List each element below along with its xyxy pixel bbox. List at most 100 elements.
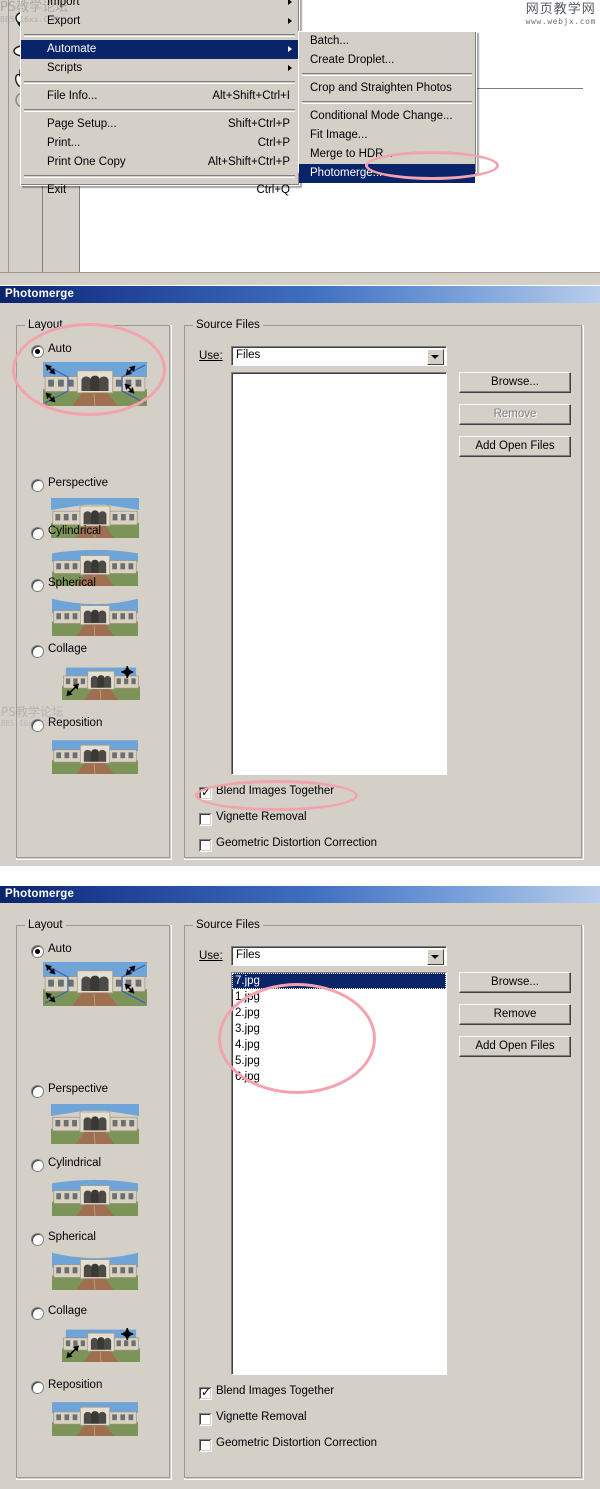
file-list-item[interactable]: 5.jpg (232, 1053, 446, 1069)
radio-button-icon[interactable] (31, 579, 44, 592)
checkbox-icon[interactable] (199, 1439, 212, 1452)
file-menu-item-print[interactable]: Print... Ctrl+P (21, 134, 298, 153)
menu-item-label: Photomerge... (310, 167, 383, 179)
photoshop-application-window: Import Export Automate Scripts File Info... A… (0, 0, 600, 284)
menu-item-shortcut: Ctrl+Q (256, 184, 290, 196)
menu-item-label: Crop and Straighten Photos (310, 82, 452, 94)
checkbox-label: Blend Images Together (216, 785, 335, 797)
file-menu-item-exit[interactable]: Exit Ctrl+Q (21, 181, 298, 200)
menu-item-label: Automate (47, 43, 97, 55)
file-menu-item-print-one-copy[interactable]: Print One Copy Alt+Shift+Ctrl+P (21, 153, 298, 172)
automate-menu-item-create-droplet[interactable]: Create Droplet... (299, 51, 475, 70)
file-list-item[interactable]: 4.jpg (232, 1037, 446, 1053)
checkbox-label: Vignette Removal (216, 1411, 307, 1423)
photomerge-dialog-2-body: Layout Auto Perspective Cylindrical Spheric… (0, 903, 600, 1489)
reposition-thumb[interactable] (52, 738, 138, 774)
auto-thumb[interactable] (43, 362, 147, 406)
automate-menu-item-merge-to-hdr[interactable]: Merge to HDR... (299, 145, 475, 164)
dialog-gap (0, 866, 600, 886)
checkbox-icon[interactable]: ✓ (199, 786, 212, 800)
radio-button-icon[interactable] (31, 1233, 44, 1246)
add-open-files-button[interactable]: Add Open Files (459, 436, 571, 457)
menu-separator (302, 73, 472, 76)
radio-button-icon[interactable] (31, 1159, 44, 1172)
radio-button-icon[interactable] (31, 1307, 44, 1320)
remove-button[interactable]: Remove (459, 1004, 571, 1025)
use-combobox-2[interactable]: Files (231, 946, 447, 966)
browse-button[interactable]: Browse... (459, 372, 571, 393)
radio-button-icon[interactable] (31, 527, 44, 540)
menu-separator (24, 175, 295, 178)
automate-menu-item-photomerge[interactable]: Photomerge... (299, 164, 475, 183)
file-listbox-1[interactable] (231, 372, 447, 775)
file-menu-dropdown[interactable]: Import Export Automate Scripts File Info... A… (20, 0, 300, 196)
file-list-item[interactable]: 3.jpg (232, 1021, 446, 1037)
file-list-item[interactable]: 1.jpg (232, 989, 446, 1005)
collage-thumb[interactable] (62, 1326, 140, 1362)
menu-item-label: Merge to HDR... (310, 148, 394, 160)
perspective-thumb[interactable] (51, 1104, 139, 1144)
add-open-files-button[interactable]: Add Open Files (459, 1036, 571, 1057)
file-menu-item-file-info[interactable]: File Info... Alt+Shift+Ctrl+I (21, 87, 298, 106)
use-combobox-1[interactable]: Files (231, 346, 447, 366)
file-menu-inner: Import Export Automate Scripts File Info... A… (21, 0, 299, 196)
menu-item-label: Conditional Mode Change... (310, 110, 453, 122)
photomerge-dialog-2-titlebar: Photomerge (0, 886, 600, 903)
menu-item-label: Print... (47, 137, 81, 149)
file-menu-item-scripts[interactable]: Scripts (21, 59, 298, 78)
use-combobox-1-value: Files (236, 349, 261, 361)
menu-item-shortcut: Shift+Ctrl+P (228, 118, 290, 130)
checkbox-icon[interactable] (199, 839, 212, 852)
layout-radio-label: Reposition (48, 1379, 103, 1391)
checkbox-icon[interactable] (199, 813, 212, 826)
automate-menu-item-fit-image[interactable]: Fit Image... (299, 126, 475, 145)
file-list-item[interactable]: 2.jpg (232, 1005, 446, 1021)
radio-button-icon[interactable] (31, 479, 44, 492)
chevron-right-icon (288, 46, 292, 52)
file-list-item[interactable]: 7.jpg (232, 973, 446, 989)
automate-menu-item-conditional-mode-change[interactable]: Conditional Mode Change... (299, 107, 475, 126)
photoshop-right-margin (583, 0, 600, 272)
file-menu-item-page-setup[interactable]: Page Setup... Shift+Ctrl+P (21, 115, 298, 134)
checkbox-icon[interactable]: ✓ (199, 1386, 212, 1400)
checkbox-label: Vignette Removal (216, 811, 307, 823)
file-menu-item-automate[interactable]: Automate (21, 40, 298, 59)
automate-submenu[interactable]: Batch... Create Droplet... Crop and Straig… (298, 31, 477, 183)
automate-menu-item-crop-and-straighten-photos[interactable]: Crop and Straighten Photos (299, 79, 475, 98)
chevron-down-icon[interactable] (427, 949, 444, 965)
menu-item-label: File Info... (47, 90, 98, 102)
use-label-1: Use: (199, 350, 223, 362)
checkbox-icon[interactable] (199, 1413, 212, 1426)
radio-button-icon[interactable] (31, 1085, 44, 1098)
radio-button-icon[interactable] (31, 945, 44, 958)
spherical-thumb[interactable] (52, 1252, 138, 1290)
menu-item-label: Create Droplet... (310, 54, 395, 66)
reposition-thumb[interactable] (52, 1400, 138, 1436)
menu-item-label: Export (47, 15, 81, 27)
file-menu-item-import[interactable]: Import (21, 0, 298, 12)
chevron-down-icon[interactable] (427, 349, 444, 365)
radio-button-icon[interactable] (31, 345, 44, 358)
file-menu-item-export[interactable]: Export (21, 12, 298, 31)
automate-menu-item-batch[interactable]: Batch... (299, 32, 475, 51)
layout-radio-label: Cylindrical (48, 525, 102, 537)
cylindrical-thumb[interactable] (52, 1178, 138, 1216)
photomerge-dialog-1-body: Layout Auto Perspective Cylindrical Spheric… (0, 303, 600, 866)
menu-item-label: Import (47, 0, 80, 8)
layout-radio-label: Spherical (48, 1231, 96, 1243)
collage-thumb[interactable] (62, 664, 140, 700)
menu-item-label: Page Setup... (47, 118, 117, 130)
auto-thumb[interactable] (43, 962, 147, 1006)
file-listbox-2[interactable]: 7.jpg 1.jpg 2.jpg 3.jpg 4.jpg 5.jpg 6.jpg (231, 972, 447, 1375)
photomerge-dialog-1-titlebar: Photomerge (0, 286, 600, 303)
file-list-item[interactable]: 6.jpg (232, 1069, 446, 1085)
browse-button[interactable]: Browse... (459, 972, 571, 993)
radio-button-icon[interactable] (31, 645, 44, 658)
use-combobox-2-value: Files (236, 949, 261, 961)
photomerge-dialog-2: Photomerge Layout Auto Perspective Cylindr… (0, 886, 600, 1489)
radio-button-icon[interactable] (31, 719, 44, 732)
spherical-thumb[interactable] (52, 598, 138, 636)
layout-radio-label: Cylindrical (48, 1157, 102, 1169)
radio-button-icon[interactable] (31, 1381, 44, 1394)
radio-selected-dot (35, 949, 40, 954)
